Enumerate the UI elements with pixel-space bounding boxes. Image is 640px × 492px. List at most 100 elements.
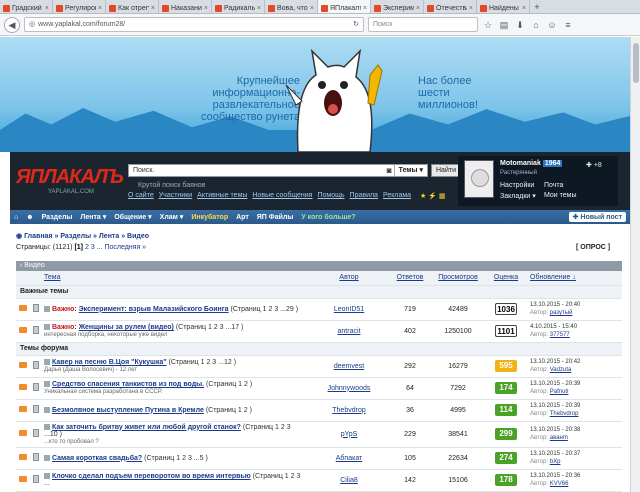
topic-pages[interactable]: (Страниц 1 2 ) xyxy=(206,381,252,388)
browser-search-input[interactable]: Поиск xyxy=(368,17,478,32)
unread-cell[interactable] xyxy=(16,399,29,422)
user-link-bookmarks[interactable]: Закладки ▾ xyxy=(500,192,544,200)
header-link-new-messages[interactable]: Новые сообщения xyxy=(252,192,312,199)
author-link[interactable]: Cilia8 xyxy=(340,477,358,484)
table-row[interactable]: Безмолвное выступление Путина в Кремле (… xyxy=(16,399,622,422)
scrollbar-thumb[interactable] xyxy=(633,43,639,83)
close-icon[interactable]: × xyxy=(45,5,49,12)
browser-tab[interactable]: Наказание...× xyxy=(159,0,212,13)
unread-cell[interactable] xyxy=(16,421,29,448)
author-link[interactable]: LeonID51 xyxy=(334,306,364,313)
menu-item-sections[interactable]: Разделы xyxy=(42,214,73,221)
topic-pages[interactable]: (Страниц 1 2 3 ...29 ) xyxy=(231,306,299,313)
unread-cell[interactable] xyxy=(16,355,29,378)
user-link-settings[interactable]: Настройки xyxy=(500,182,544,189)
user-link-mail[interactable]: Почта xyxy=(544,182,604,189)
col-topic[interactable]: Тема xyxy=(42,271,308,286)
last-author-link[interactable]: Vadzuta xyxy=(550,367,572,373)
browser-tab[interactable]: Как отрегу...× xyxy=(106,0,159,13)
topic-pages[interactable]: (Страниц 1 2 3 ...17 ) xyxy=(176,324,244,331)
browser-tab[interactable]: Найдены ...× xyxy=(477,0,530,13)
menu-item-incubator[interactable]: Инкубатор xyxy=(191,214,228,221)
table-row[interactable]: Кавер на песню В.Цоя "Кукушка" (Страниц … xyxy=(16,355,622,378)
home-icon[interactable]: ⌂ xyxy=(14,214,18,221)
star-icon[interactable]: ☆ xyxy=(482,19,494,31)
page-scrollbar[interactable] xyxy=(630,37,640,492)
header-link-about[interactable]: О сайте xyxy=(128,192,154,199)
camera-icon[interactable]: ◙ xyxy=(387,165,392,176)
search-button[interactable]: Найти xyxy=(431,164,461,177)
site-search-input[interactable]: Поиск. ◙ Темы ▾ xyxy=(128,164,428,177)
browser-tab[interactable]: Вова, что...× xyxy=(265,0,318,13)
topic-pages[interactable]: (Страниц 1 2 3 ...5 ) xyxy=(144,455,208,462)
author-link[interactable]: Thebvdrop xyxy=(332,407,365,414)
topic-link[interactable]: Самая короткая свадьба? xyxy=(52,455,142,462)
header-link-rules[interactable]: Правила xyxy=(350,192,378,199)
author-link[interactable]: antracit xyxy=(338,328,361,335)
table-row[interactable]: Как заточить бритву живет или любой друг… xyxy=(16,421,622,448)
close-icon[interactable]: × xyxy=(363,5,367,12)
last-author-link[interactable]: aванm xyxy=(550,435,568,441)
header-link-ads[interactable]: Реклама xyxy=(383,192,411,199)
user-link-my-topics[interactable]: Мои темы xyxy=(544,192,604,200)
breadcrumb[interactable]: ◉ Главная » Разделы » Лента » Видео xyxy=(16,232,149,240)
col-replies[interactable]: Ответов xyxy=(390,271,430,286)
close-icon[interactable]: × xyxy=(257,5,261,12)
browser-tab[interactable]: Эксперимен...× xyxy=(371,0,424,13)
unread-cell[interactable] xyxy=(16,469,29,492)
hamburger-menu-icon[interactable]: ≡ xyxy=(562,19,574,31)
browser-tab[interactable]: Отечества...× xyxy=(424,0,477,13)
last-author-link[interactable]: разутый xyxy=(550,310,573,316)
address-bar[interactable]: ◎ www.yaplakal.com/forum28/ ↻ xyxy=(24,17,364,32)
feed-icon[interactable]: ▦ xyxy=(439,193,446,200)
table-row[interactable]: Клочко сделал подъем переворотом во врем… xyxy=(16,469,622,492)
author-link[interactable]: deemvest xyxy=(334,363,364,370)
menu-item-files[interactable]: ЯП Файлы xyxy=(257,214,294,221)
topic-pages[interactable]: (Страниц 1 2 ) xyxy=(206,407,252,414)
topic-link[interactable]: Средство спасения танкистов из под воды. xyxy=(52,381,204,388)
menu-item-talk[interactable]: Общение ▾ xyxy=(114,213,151,221)
gear-icon[interactable]: ✚ xyxy=(586,162,592,169)
author-link[interactable]: Абпакат xyxy=(336,455,363,462)
topic-link[interactable]: Как заточить бритву живет или любой друг… xyxy=(52,424,241,431)
bookmarks-icon[interactable]: ▤ xyxy=(498,19,510,31)
username[interactable]: Motomaniak 1964 xyxy=(500,160,563,167)
pagination-last[interactable]: Последняя » xyxy=(104,244,146,251)
topic-link[interactable]: Кавер на песню В.Цоя "Кукушка" xyxy=(52,359,167,366)
star-icon[interactable]: ★ xyxy=(420,193,426,200)
col-updated[interactable]: Обновление ↓ xyxy=(526,271,622,286)
last-author-link[interactable]: KVV66 xyxy=(550,481,569,487)
poll-button[interactable]: [ ОПРОС ] xyxy=(576,244,610,251)
browser-tab[interactable]: Радикальн...× xyxy=(212,0,265,13)
pagination-page-3[interactable]: 3 xyxy=(91,244,95,251)
back-icon[interactable]: ◀ xyxy=(4,16,20,33)
col-rating[interactable]: Оценка xyxy=(486,271,526,286)
close-icon[interactable]: × xyxy=(310,5,314,12)
lightning-icon[interactable]: ⚡ xyxy=(428,193,437,200)
table-row[interactable]: Средство спасения танкистов из под воды.… xyxy=(16,377,622,400)
last-author-link[interactable]: Pafnuti xyxy=(550,389,569,395)
close-icon[interactable]: × xyxy=(522,5,526,12)
browser-tab[interactable]: Регулиров...× xyxy=(53,0,106,13)
download-icon[interactable]: ⬇ xyxy=(514,19,526,31)
table-row[interactable]: Важно: Женщины за рулем (видео) (Страниц… xyxy=(16,320,622,343)
menu-item-feed[interactable]: Лента ▾ xyxy=(80,213,106,221)
topic-link[interactable]: Эксперимент: взрыв Малазийского Боинга xyxy=(79,306,229,313)
author-link[interactable]: Johnnywoods xyxy=(328,385,371,392)
unread-cell[interactable] xyxy=(16,298,29,321)
browser-tab[interactable]: ЯПлакалъ × xyxy=(318,0,371,13)
col-author[interactable]: Автор xyxy=(308,271,390,286)
unread-cell[interactable] xyxy=(16,320,29,343)
last-author-link[interactable]: Thebvdrop xyxy=(550,411,579,417)
close-icon[interactable]: × xyxy=(98,5,102,12)
people-icon[interactable]: ☻ xyxy=(26,214,33,221)
close-icon[interactable]: × xyxy=(204,5,208,12)
topic-link[interactable]: Клочко сделал подъем переворотом во врем… xyxy=(52,473,251,480)
col-views[interactable]: Просмотров xyxy=(430,271,486,286)
last-author-link[interactable]: bXp xyxy=(550,459,561,465)
table-row[interactable]: Важно: Эксперимент: взрыв Малазийского Б… xyxy=(16,298,622,321)
avatar[interactable] xyxy=(464,160,494,198)
menu-item-who-more[interactable]: У кого больше? xyxy=(301,214,355,221)
table-row[interactable]: Самая короткая свадьба? (Страниц 1 2 3 .… xyxy=(16,447,622,470)
header-link-members[interactable]: Участники xyxy=(159,192,192,199)
